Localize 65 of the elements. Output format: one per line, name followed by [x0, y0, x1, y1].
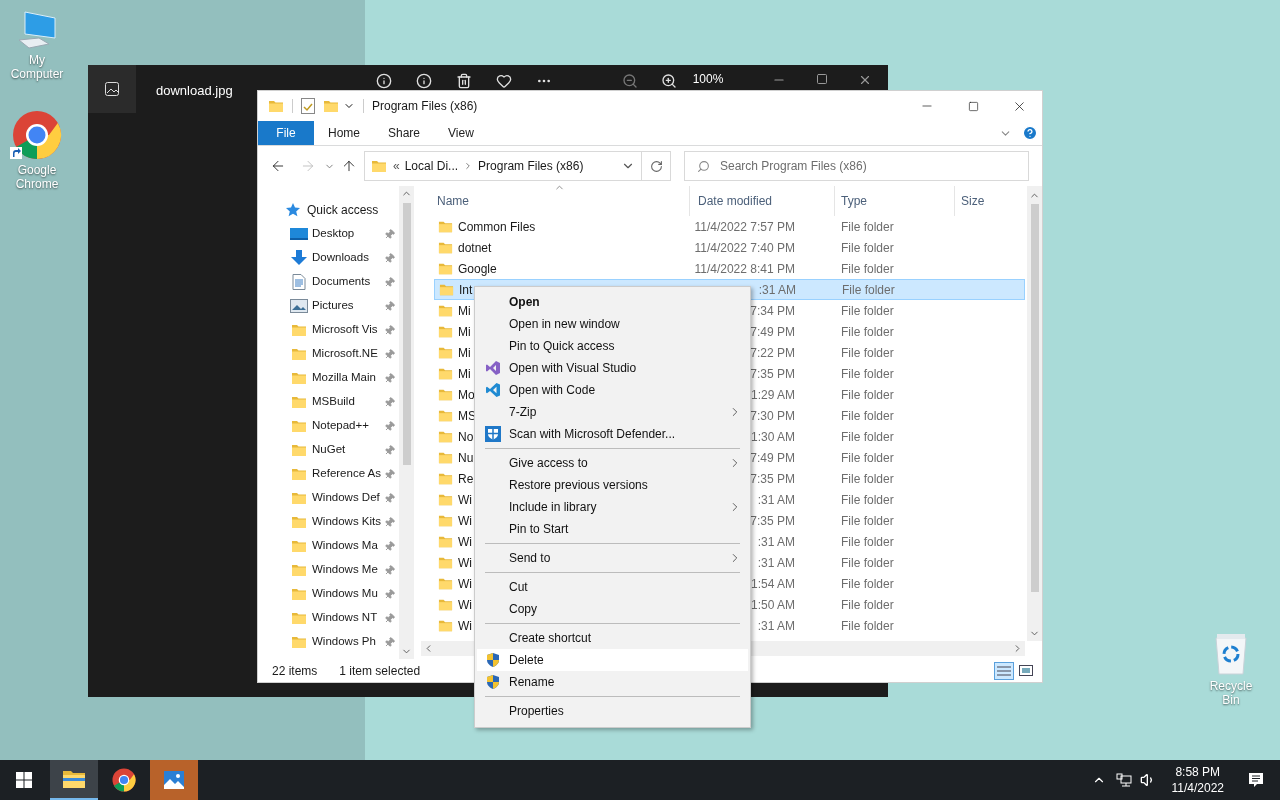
date-cell: 1:54 AM: [750, 576, 795, 591]
file-name: Int: [459, 281, 473, 299]
date-cell: 1:29 AM: [750, 387, 795, 402]
date-cell: 11/4/2022 7:40 PM: [694, 240, 795, 255]
file-name: Wi: [458, 596, 472, 614]
date-cell: :31 AM: [757, 492, 795, 507]
type-cell-text: File folder: [840, 596, 894, 614]
file-name: Mi: [458, 344, 471, 362]
date-cell: :31 AM: [757, 555, 795, 570]
date-cell: 7:49 PM: [750, 324, 795, 339]
date-cell: 7:30 PM: [750, 408, 795, 423]
type-cell-text: File folder: [840, 449, 894, 467]
zoom-level: 100%: [692, 72, 724, 86]
file-name: Wi: [458, 617, 472, 635]
search-placeholder: Search Program Files (x86): [720, 158, 867, 175]
type-cell-text: File folder: [840, 365, 894, 383]
file-name: Wi: [458, 512, 472, 530]
type-cell-text: File folder: [841, 281, 895, 299]
window-title: Program Files (x86): [372, 98, 478, 115]
date-cell: :31 AM: [757, 534, 795, 549]
type-cell-text: File folder: [840, 617, 894, 635]
type-cell-text: File folder: [840, 302, 894, 320]
date-cell: 1:30 AM: [750, 429, 795, 444]
date-cell: 7:35 PM: [750, 366, 795, 381]
file-name: No: [458, 428, 474, 446]
date-cell: 11/4/2022 7:57 PM: [694, 219, 795, 234]
type-cell-text: File folder: [840, 344, 894, 362]
file-name: Google: [458, 260, 497, 278]
type-cell-text: File folder: [840, 323, 894, 341]
type-cell-text: File folder: [840, 554, 894, 572]
file-name: dotnet: [458, 239, 492, 257]
file-name: Wi: [458, 533, 472, 551]
file-name: Wi: [458, 554, 472, 572]
file-name: Mi: [458, 302, 471, 320]
file-name: Mi: [458, 323, 471, 341]
file-name: Wi: [458, 491, 472, 509]
file-name: Mo: [458, 386, 475, 404]
date-cell: :31 AM: [757, 618, 795, 633]
date-cell: 7:35 PM: [750, 471, 795, 486]
file-name: Nu: [458, 449, 474, 467]
type-cell-text: File folder: [840, 239, 894, 257]
photo-file-name: download.jpg: [156, 82, 233, 100]
date-cell: 7:49 PM: [750, 450, 795, 465]
type-cell-text: File folder: [840, 512, 894, 530]
type-cell-text: File folder: [840, 218, 894, 236]
date-cell: 1:50 AM: [750, 597, 795, 612]
type-cell-text: File folder: [840, 407, 894, 425]
file-name: Common Files: [458, 218, 536, 236]
date-cell: 11/4/2022 8:41 PM: [694, 261, 795, 276]
type-cell-text: File folder: [840, 386, 894, 404]
file-name: Re: [458, 470, 474, 488]
type-cell-text: File folder: [840, 260, 894, 278]
date-cell: 7:35 PM: [750, 513, 795, 528]
type-cell-text: File folder: [840, 575, 894, 593]
type-cell-text: File folder: [840, 470, 894, 488]
date-cell: 7:34 PM: [750, 303, 795, 318]
selection-count: 1 item selected: [339, 662, 421, 680]
file-name: Wi: [458, 575, 472, 593]
file-name: Mi: [458, 365, 471, 383]
date-cell: :31 AM: [758, 282, 796, 297]
item-count: 22 items: [272, 662, 318, 680]
type-cell-text: File folder: [840, 533, 894, 551]
type-cell-text: File folder: [840, 428, 894, 446]
date-cell: 7:22 PM: [750, 345, 795, 360]
type-cell-text: File folder: [840, 491, 894, 509]
